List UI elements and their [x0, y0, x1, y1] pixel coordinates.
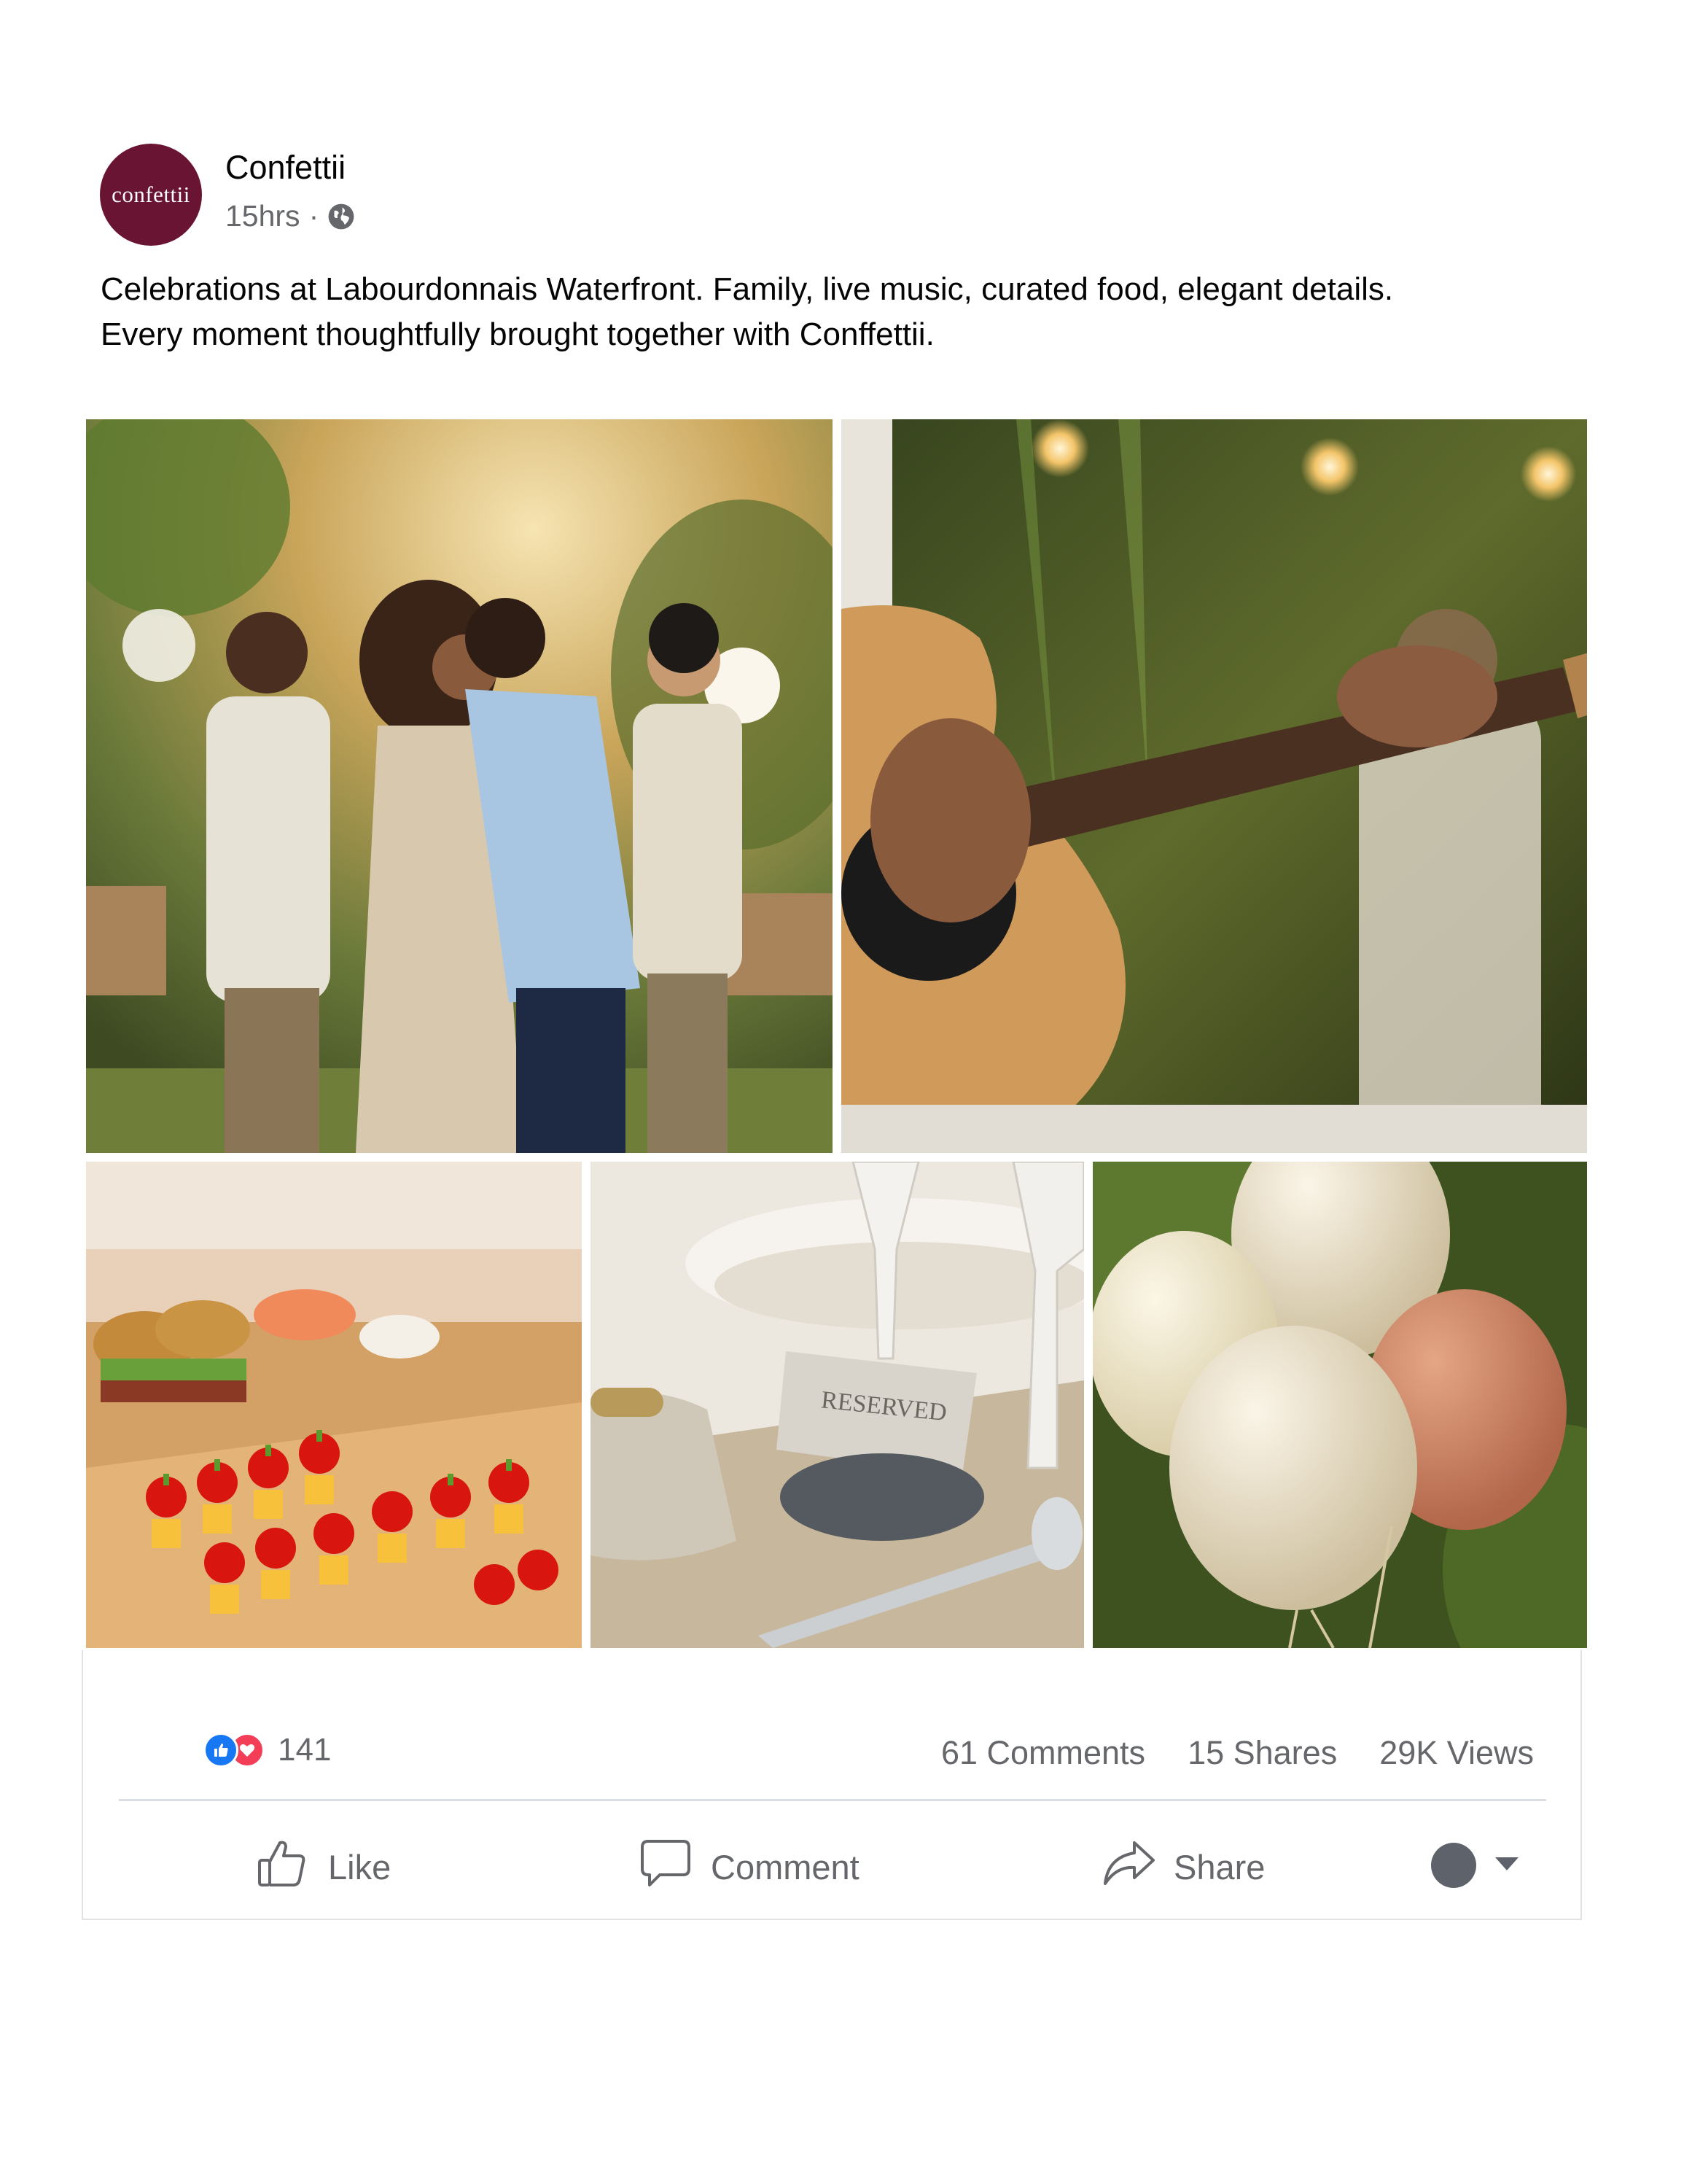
engagement-stats: 61 Comments 15 Shares 29K Views	[941, 1734, 1534, 1772]
comment-button[interactable]: Comment	[636, 1830, 859, 1903]
post-meta: 15hrs ·	[225, 199, 355, 233]
shares-count-link[interactable]: 15 Shares	[1188, 1734, 1337, 1772]
balloons-image	[1093, 1162, 1587, 1648]
share-button[interactable]: Share	[1099, 1830, 1265, 1903]
comment-icon	[636, 1834, 695, 1900]
share-label: Share	[1174, 1847, 1266, 1886]
comment-label: Comment	[711, 1847, 859, 1886]
caption-line-1: Celebrations at Labourdonnais Waterfront…	[101, 271, 1394, 307]
page-name-link[interactable]: Confettii	[225, 149, 346, 187]
reaction-count: 141	[278, 1732, 332, 1768]
photo-guitar-player[interactable]	[841, 419, 1587, 1153]
profile-avatar-icon	[1431, 1843, 1476, 1888]
like-button[interactable]: Like	[254, 1830, 391, 1903]
reserved-table-image: RESERVED	[590, 1162, 1084, 1648]
reactions-summary[interactable]: 141	[203, 1732, 331, 1768]
globe-icon[interactable]	[327, 203, 355, 230]
avatar-logo-text: confettii	[112, 182, 190, 207]
footer-divider	[119, 1799, 1546, 1801]
page-avatar[interactable]: confettii	[100, 144, 202, 246]
post-timestamp[interactable]: 15hrs	[225, 199, 300, 233]
caret-down-icon	[1494, 1855, 1520, 1876]
meta-separator: ·	[308, 199, 319, 233]
like-label: Like	[328, 1847, 391, 1886]
photo-guests-greeting[interactable]	[86, 419, 833, 1153]
like-icon	[203, 1733, 238, 1768]
photo-reserved-table-card[interactable]: RESERVED	[590, 1162, 1084, 1648]
views-count: 29K Views	[1379, 1734, 1534, 1771]
thumbs-up-icon	[254, 1834, 312, 1900]
profile-selector-button[interactable]	[1431, 1843, 1520, 1888]
comments-count-link[interactable]: 61 Comments	[941, 1734, 1145, 1772]
post-caption: Celebrations at Labourdonnais Waterfront…	[101, 267, 1602, 357]
guitar-player-image	[841, 419, 1587, 1153]
photo-food-platter[interactable]	[86, 1162, 582, 1648]
share-arrow-icon	[1099, 1834, 1158, 1900]
food-platter-image	[86, 1162, 582, 1648]
guests-greeting-image	[86, 419, 833, 1153]
caption-line-2: Every moment thoughtfully brought togeth…	[101, 316, 935, 352]
photo-balloons[interactable]	[1093, 1162, 1587, 1648]
